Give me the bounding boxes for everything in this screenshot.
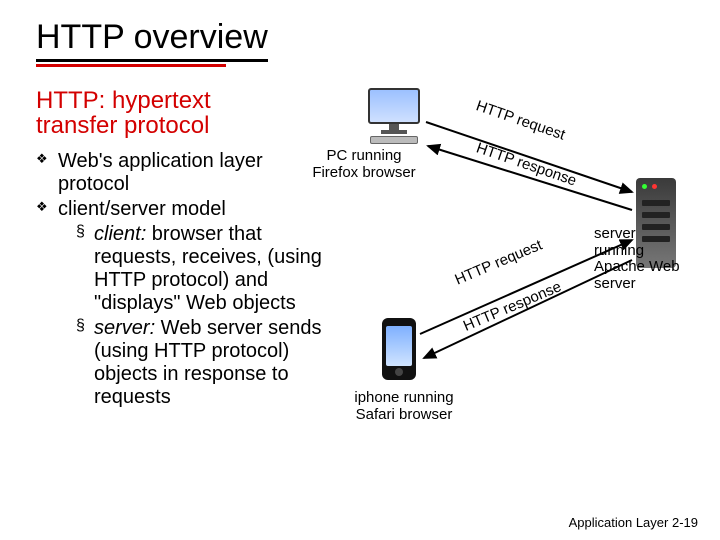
sub-bullet-item: server: Web server sends (using HTTP pro…	[76, 317, 336, 409]
sub-bullet-list: client: browser that requests, receives,…	[58, 223, 336, 409]
footer: Application Layer 2-19	[569, 515, 698, 530]
subheading: HTTP: hypertext transfer protocol	[36, 88, 336, 138]
diagram-area: PC running Firefox browser iphone runnin…	[344, 88, 684, 411]
footer-page-number: 2-19	[672, 515, 698, 530]
bullet-text: client/server model	[58, 198, 226, 220]
bullet-item: Web's application layer protocol	[36, 150, 336, 196]
left-column: HTTP: hypertext transfer protocol Web's …	[36, 88, 336, 411]
footer-text: Application Layer	[569, 515, 669, 530]
bullet-list: Web's application layer protocol client/…	[36, 150, 336, 409]
bullet-text: Web's application layer protocol	[58, 150, 263, 195]
sub-bullet-item: client: browser that requests, receives,…	[76, 223, 336, 315]
sub-bullet-term: client:	[94, 223, 146, 245]
slide-title-text: HTTP overview	[36, 18, 268, 56]
slide-title: HTTP overview	[36, 18, 268, 62]
subhead-line1: HTTP: hypertext	[36, 87, 211, 114]
subhead-line2: transfer protocol	[36, 112, 209, 139]
sub-bullet-term: server:	[94, 317, 155, 339]
bullet-item: client/server model client: browser that…	[36, 198, 336, 409]
title-underline-accent	[36, 64, 226, 67]
